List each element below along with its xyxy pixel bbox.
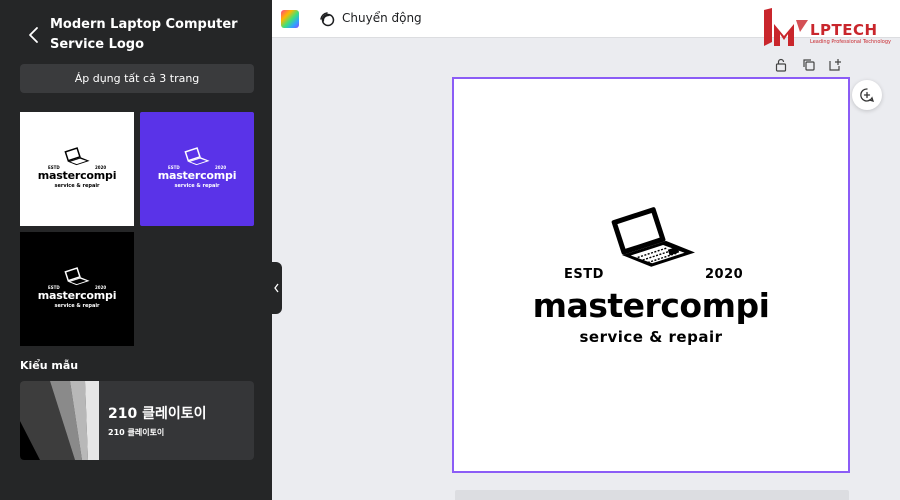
mini-brand: mastercompi bbox=[37, 169, 117, 182]
mini-logo: ESTD 2020 mastercompi service & repair bbox=[20, 146, 134, 196]
color-palette-icon[interactable] bbox=[281, 10, 299, 28]
mini-tagline: service & repair bbox=[54, 183, 100, 189]
variant-thumb-white[interactable]: ESTD 2020 mastercompi service & repair bbox=[20, 112, 134, 226]
logo-tagline-text[interactable]: service & repair bbox=[454, 328, 848, 346]
mini-logo: ESTD 2020 mastercompi service & repair bbox=[20, 266, 134, 316]
mini-logo: ESTD 2020 mastercompi service & repair bbox=[140, 146, 254, 196]
collapse-panel-handle[interactable] bbox=[271, 262, 282, 314]
mini-tagline: service & repair bbox=[174, 183, 220, 189]
lptech-mark-icon bbox=[764, 8, 808, 46]
style-template-card[interactable]: 210 클레이토이 210 클레이토이 bbox=[20, 381, 254, 460]
logo-design[interactable]: ESTD 2020 mastercompi service & repair bbox=[454, 79, 848, 471]
watermark-brand: LPTECH bbox=[810, 21, 878, 39]
variant-thumb-black[interactable]: ESTD 2020 mastercompi service & repair bbox=[20, 232, 134, 346]
logo-brand-text[interactable]: mastercompi bbox=[454, 286, 848, 325]
motion-icon bbox=[320, 12, 335, 27]
mini-tagline: service & repair bbox=[54, 303, 100, 309]
apply-all-pages-button[interactable]: Áp dụng tất cả 3 trang bbox=[20, 64, 254, 93]
template-preview-image bbox=[20, 381, 99, 460]
lock-icon[interactable] bbox=[774, 58, 788, 72]
chevron-collapse-icon bbox=[274, 283, 279, 293]
laptop-icon bbox=[64, 147, 90, 166]
logo-year-text[interactable]: 2020 bbox=[705, 267, 743, 282]
comment-add-icon bbox=[860, 88, 875, 102]
template-title: 210 클레이토이 bbox=[108, 406, 207, 422]
sidebar-panel: Modern Laptop Computer Service Logo Áp d… bbox=[0, 0, 272, 500]
logo-estd-text[interactable]: ESTD bbox=[564, 267, 604, 282]
add-page-icon[interactable] bbox=[828, 58, 842, 72]
motion-label: Chuyển động bbox=[342, 11, 422, 25]
laptop-icon[interactable] bbox=[604, 203, 702, 283]
watermark-tagline: Leading Professional Technology bbox=[810, 39, 891, 45]
sidebar-header: Modern Laptop Computer Service Logo bbox=[0, 0, 272, 62]
laptop-icon bbox=[184, 147, 210, 166]
mini-brand: mastercompi bbox=[157, 169, 237, 182]
template-subtitle: 210 클레이토이 bbox=[108, 428, 165, 437]
chevron-left-icon[interactable] bbox=[26, 26, 42, 44]
template-name-title: Modern Laptop Computer Service Logo bbox=[50, 17, 238, 52]
laptop-icon bbox=[64, 267, 90, 286]
variant-thumb-purple[interactable]: ESTD 2020 mastercompi service & repair bbox=[140, 112, 254, 226]
styles-section-label: Kiểu mẫu bbox=[20, 359, 79, 372]
next-page-preview[interactable] bbox=[455, 490, 849, 500]
design-canvas-page[interactable]: ESTD 2020 mastercompi service & repair bbox=[452, 77, 850, 473]
page-tools bbox=[774, 58, 844, 74]
duplicate-icon[interactable] bbox=[802, 58, 816, 72]
mini-brand: mastercompi bbox=[37, 289, 117, 302]
lptech-watermark-logo: LPTECH Leading Professional Technology bbox=[760, 6, 896, 52]
add-comment-button[interactable] bbox=[852, 80, 882, 110]
